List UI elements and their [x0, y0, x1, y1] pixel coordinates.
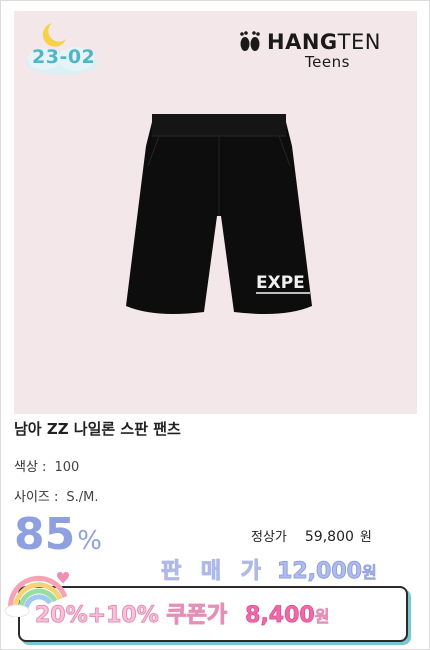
rainbow-heart-icon [4, 572, 69, 617]
regular-price-label: 정상가 [251, 530, 287, 545]
color-spec: 색상 : 100 [14, 456, 79, 475]
discount-number: 85 [14, 509, 76, 560]
size-label: 사이즈 : [14, 490, 59, 505]
sale-price-unit: 원 [361, 563, 377, 583]
coupon-price: 8,400 [245, 603, 315, 629]
brand-sub: Teens [305, 53, 350, 71]
color-value: 100 [54, 460, 80, 475]
badge-code: 23-02 [32, 46, 96, 68]
size-spec: 사이즈 : S./M. [14, 486, 99, 505]
discount-symbol: % [77, 526, 102, 556]
discount-rate: 85% [14, 513, 102, 557]
product-image[interactable]: 23-02 HANGTEN Teens EXPE [14, 11, 417, 414]
sale-price-row: 판 매 가 12,000원 [160, 553, 377, 585]
regular-price-unit: 원 [359, 530, 372, 545]
product-card[interactable]: 23-02 HANGTEN Teens EXPE 남아 ZZ 나일론 스판 팬츠… [0, 0, 430, 650]
coupon-price-box: 20%+10% 쿠폰가 8,400원 [18, 586, 408, 642]
footprint-icon [240, 31, 260, 51]
color-label: 색상 : [14, 460, 47, 475]
size-value: S./M. [66, 490, 99, 505]
product-title[interactable]: 남아 ZZ 나일론 스판 팬츠 [14, 418, 181, 439]
moon-badge: 23-02 [22, 19, 102, 79]
regular-price: 59,800 [304, 529, 354, 545]
shorts-print: EXPE [256, 273, 305, 293]
brand-logo: HANGTEN Teens [237, 29, 407, 79]
brand-name: HANGTEN [267, 30, 381, 54]
sale-price: 12,000 [277, 559, 363, 585]
coupon-price-unit: 원 [314, 607, 330, 627]
sale-price-label: 판 매 가 [160, 559, 268, 585]
regular-price-row: 정상가 59,800 원 [251, 526, 372, 545]
shorts-image: EXPE [126, 114, 312, 314]
